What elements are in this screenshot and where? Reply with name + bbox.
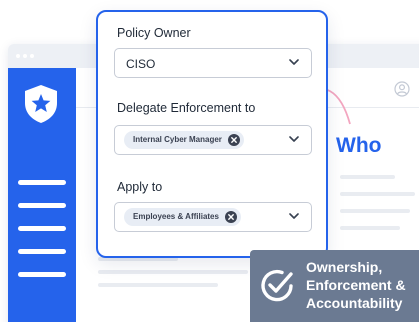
delegate-label: Delegate Enforcement to: [117, 101, 256, 115]
sidebar-item[interactable]: [18, 180, 66, 185]
sidebar-item[interactable]: [18, 203, 66, 208]
policy-owner-select[interactable]: CISO: [114, 48, 312, 78]
policy-owner-label: Policy Owner: [117, 26, 191, 40]
policy-form-card: Policy Owner CISO Delegate Enforcement t…: [96, 10, 328, 258]
close-circle-icon[interactable]: [227, 134, 240, 146]
chevron-down-icon[interactable]: [289, 59, 299, 66]
sidebar-item[interactable]: [18, 249, 66, 254]
window-dot: [30, 54, 34, 58]
placeholder-line: [98, 270, 248, 274]
apply-to-label: Apply to: [117, 180, 163, 194]
delegate-chip: Internal Cyber Manager: [124, 131, 244, 149]
ownership-banner: Ownership, Enforcement & Accountability: [250, 250, 419, 322]
placeholder-line: [340, 209, 410, 213]
placeholder-line: [340, 192, 415, 196]
chevron-down-icon[interactable]: [289, 213, 299, 220]
who-callout: Who: [336, 134, 382, 157]
banner-line-3: Accountability: [306, 295, 403, 311]
placeholder-line: [340, 175, 395, 179]
close-circle-icon[interactable]: [224, 211, 237, 223]
delegate-chip-label: Internal Cyber Manager: [133, 135, 222, 144]
apply-to-select[interactable]: Employees & Affiliates: [114, 202, 312, 232]
shield-star-icon[interactable]: [23, 84, 59, 124]
banner-line-2: Enforcement &: [306, 277, 406, 293]
user-circle-icon[interactable]: [394, 81, 410, 97]
placeholder-line: [98, 283, 218, 287]
delegate-select[interactable]: Internal Cyber Manager: [114, 125, 312, 155]
placeholder-line: [340, 226, 400, 230]
sidebar-item[interactable]: [18, 272, 66, 277]
chevron-down-icon[interactable]: [289, 136, 299, 143]
window-dot: [23, 54, 27, 58]
sidebar: [8, 68, 76, 322]
banner-line-1: Ownership,: [306, 259, 383, 275]
sidebar-item[interactable]: [18, 226, 66, 231]
window-dot: [16, 54, 20, 58]
apply-to-chip-label: Employees & Affiliates: [133, 212, 219, 221]
apply-to-chip: Employees & Affiliates: [124, 208, 241, 226]
policy-owner-value: CISO: [126, 57, 156, 71]
check-badge-icon: [261, 269, 293, 302]
